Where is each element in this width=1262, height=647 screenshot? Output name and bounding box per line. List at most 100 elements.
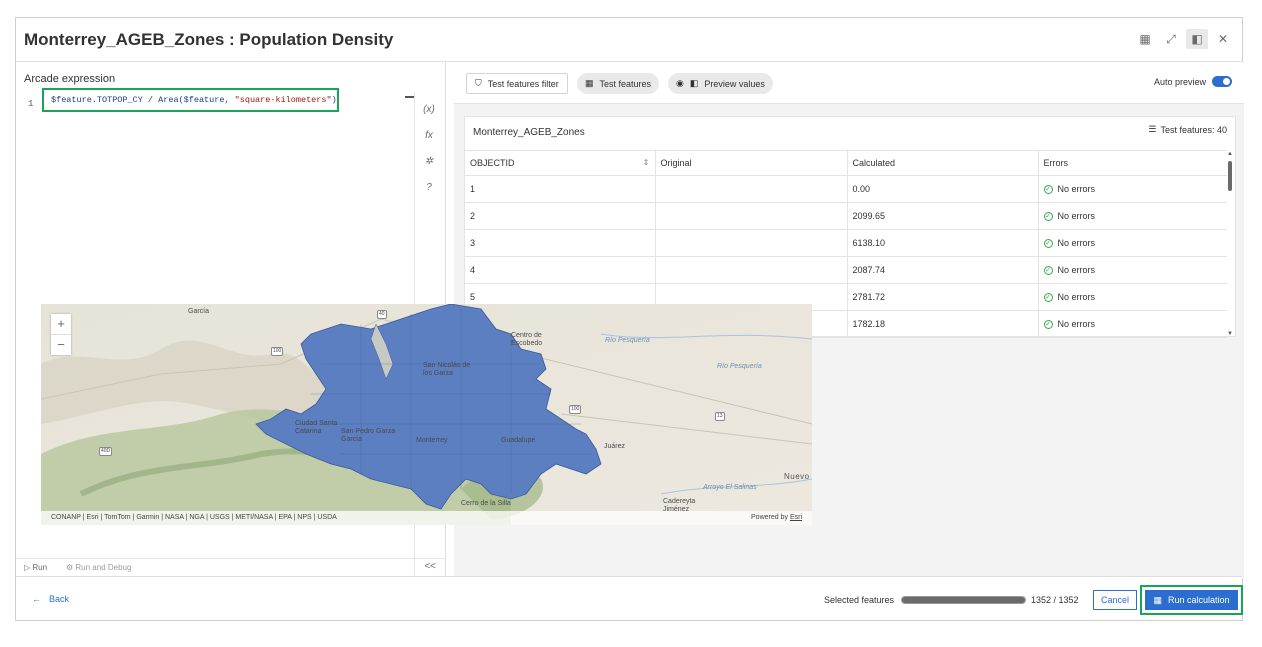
preview-toolbar: ⛉ Test features filter ▦ Test features ◉… <box>454 62 1244 104</box>
map-label-san-pedro: San Pedro Garza García <box>341 428 396 443</box>
close-icon[interactable]: ✕ <box>1212 29 1234 49</box>
map-view[interactable]: García Centro de Escobedo San Nicolás de… <box>41 304 812 525</box>
zoom-in-button[interactable]: + <box>51 314 71 335</box>
run-button[interactable]: ▷ Run <box>24 563 47 572</box>
cell-objectid: 1 <box>465 175 656 203</box>
map-label-garcia: García <box>188 308 210 315</box>
error-text: No errors <box>1057 319 1096 329</box>
auto-preview-label: Auto preview <box>1153 76 1206 87</box>
cell-errors: ✓ No errors <box>1038 310 1227 338</box>
check-circle-icon: ✓ <box>1043 184 1053 194</box>
values-label: Preview values <box>704 78 765 89</box>
error-status: ✓ No errors <box>1043 284 1223 310</box>
cell-calculated: 0.00 <box>847 175 1039 203</box>
test-features-filter-button[interactable]: ⛉ Test features filter <box>466 73 568 94</box>
sort-icon[interactable]: ⇕ <box>643 158 650 167</box>
suggestions-icon[interactable]: ✲ <box>425 154 433 170</box>
error-status: ✓ No errors <box>1043 176 1223 202</box>
cancel-button[interactable]: Cancel <box>1093 590 1137 610</box>
expand-icon[interactable]: ⤢ <box>1160 29 1182 49</box>
preview-icon: ◧ <box>689 78 699 88</box>
map-label-rio-pesqueria-2: Río Pesquería <box>717 363 762 370</box>
run-calculation-highlight: ▦ Run calculation <box>1140 585 1243 615</box>
cell-objectid: 2 <box>465 202 656 230</box>
run-calculation-button[interactable]: ▦ Run calculation <box>1145 590 1238 610</box>
error-text: No errors <box>1057 211 1096 221</box>
features-label: Test features <box>599 78 652 89</box>
zoom-out-button[interactable]: − <box>51 335 71 355</box>
powered-by-text: Powered by <box>751 514 788 521</box>
cell-errors: ✓ No errors <box>1038 175 1227 203</box>
code-highlight: $feature.TOTPOP_CY / Area($feature, "squ… <box>42 88 339 112</box>
filter-icon: ⛉ <box>475 78 482 88</box>
variables-icon[interactable]: (x) <box>423 102 435 118</box>
filter-label: Test features filter <box>487 78 559 89</box>
table-row[interactable]: 4 2087.74 ✓ No errors <box>465 256 1227 284</box>
editor-scrollbar[interactable] <box>405 96 414 98</box>
cell-calculated: 1782.18 <box>847 310 1039 338</box>
error-text: No errors <box>1057 238 1096 248</box>
map-label-guadalupe: Guadalupe <box>501 437 536 444</box>
title-bar: Monterrey_AGEB_Zones : Population Densit… <box>16 18 1242 62</box>
field-calculator-dialog: Monterrey_AGEB_Zones : Population Densit… <box>15 17 1244 621</box>
table-row[interactable]: 3 6138.10 ✓ No errors <box>465 229 1227 257</box>
table-view-icon[interactable]: ▦ <box>1134 29 1156 49</box>
table-row[interactable]: 1 0.00 ✓ No errors <box>465 175 1227 203</box>
map-attribution: CONANP | Esri | TomTom | Garmin | NASA |… <box>41 511 812 525</box>
error-status: ✓ No errors <box>1043 230 1223 256</box>
road-shield: 40 <box>377 310 387 319</box>
cell-errors: ✓ No errors <box>1038 256 1227 284</box>
code-fn: Area($feature, <box>158 95 235 105</box>
code-line[interactable]: $feature.TOTPOP_CY / Area($feature, "squ… <box>51 95 337 105</box>
table-scrollbar[interactable]: ▲ ▼ <box>1227 151 1233 337</box>
editor-side-tools: (x) fx ✲ ? <box>418 102 440 196</box>
back-button[interactable]: ← Back <box>32 594 69 604</box>
run-debug-button[interactable]: ⚙ Run and Debug <box>66 563 131 572</box>
functions-icon[interactable]: fx <box>425 128 433 144</box>
powered-by: Powered by Esri <box>751 514 802 521</box>
column-header-errors[interactable]: Errors <box>1038 150 1227 176</box>
map-label-san-nicolas: San Nicolás de los Garza <box>423 362 471 377</box>
map-label-arroyo: Arroyo El Salinas <box>703 484 757 491</box>
cell-errors: ✓ No errors <box>1038 229 1227 257</box>
map-label-escobedo: Centro de Escobedo <box>511 332 543 347</box>
cell-calculated: 6138.10 <box>847 229 1039 257</box>
table-header-row: OBJECTID ⇕ Original Calculated Errors <box>465 150 1227 176</box>
scroll-thumb[interactable] <box>1228 161 1232 191</box>
table-icon: ▦ <box>585 78 594 88</box>
road-shield: 13 <box>715 412 725 421</box>
code-str: "square-kilometers" <box>234 95 332 105</box>
road-shield: 100 <box>569 405 582 414</box>
test-features-button[interactable]: ▦ Test features <box>577 73 660 94</box>
scroll-up-icon[interactable]: ▲ <box>1227 151 1233 157</box>
test-features-text: Test features: 40 <box>1160 124 1227 135</box>
table-row[interactable]: 2 2099.65 ✓ No errors <box>465 202 1227 230</box>
check-circle-icon: ✓ <box>1043 211 1053 221</box>
check-circle-icon: ✓ <box>1043 292 1053 302</box>
column-header-calculated[interactable]: Calculated <box>847 150 1039 176</box>
map-label-juarez: Juárez <box>604 443 626 450</box>
progress-fill <box>902 597 1025 603</box>
cell-calculated: 2087.74 <box>847 256 1039 284</box>
collapse-button[interactable]: << <box>424 561 436 572</box>
error-status: ✓ No errors <box>1043 203 1223 229</box>
map-label-rio-pesqueria: Río Pesquería <box>605 337 650 344</box>
auto-preview-toggle[interactable] <box>1212 76 1232 87</box>
map-label-santa-catarina: Ciudad Santa Catarina <box>295 420 338 435</box>
help-icon[interactable]: ? <box>426 180 432 196</box>
column-header-original[interactable]: Original <box>655 150 848 176</box>
esri-link[interactable]: Esri <box>790 514 802 521</box>
panel-layout-icon[interactable]: ◧ <box>1186 29 1208 49</box>
column-header-objectid[interactable]: OBJECTID ⇕ <box>465 150 656 176</box>
run-bar: ▷ Run ⚙ Run and Debug << <box>16 558 446 578</box>
preview-values-button[interactable]: ◉ ◧ Preview values <box>668 73 773 94</box>
run-calculation-label: Run calculation <box>1167 595 1230 605</box>
road-shield: 100 <box>271 347 284 356</box>
error-text: No errors <box>1057 184 1096 194</box>
attribution-text: CONANP | Esri | TomTom | Garmin | NASA |… <box>51 514 337 521</box>
auto-preview: Auto preview <box>1154 76 1232 87</box>
footer: ← Back Selected features 1352 / 1352 Can… <box>16 576 1243 620</box>
selected-features-label: Selected features <box>824 595 895 605</box>
title-actions: ▦ ⤢ ◧ ✕ <box>1134 29 1234 49</box>
scroll-down-icon[interactable]: ▼ <box>1227 331 1233 337</box>
